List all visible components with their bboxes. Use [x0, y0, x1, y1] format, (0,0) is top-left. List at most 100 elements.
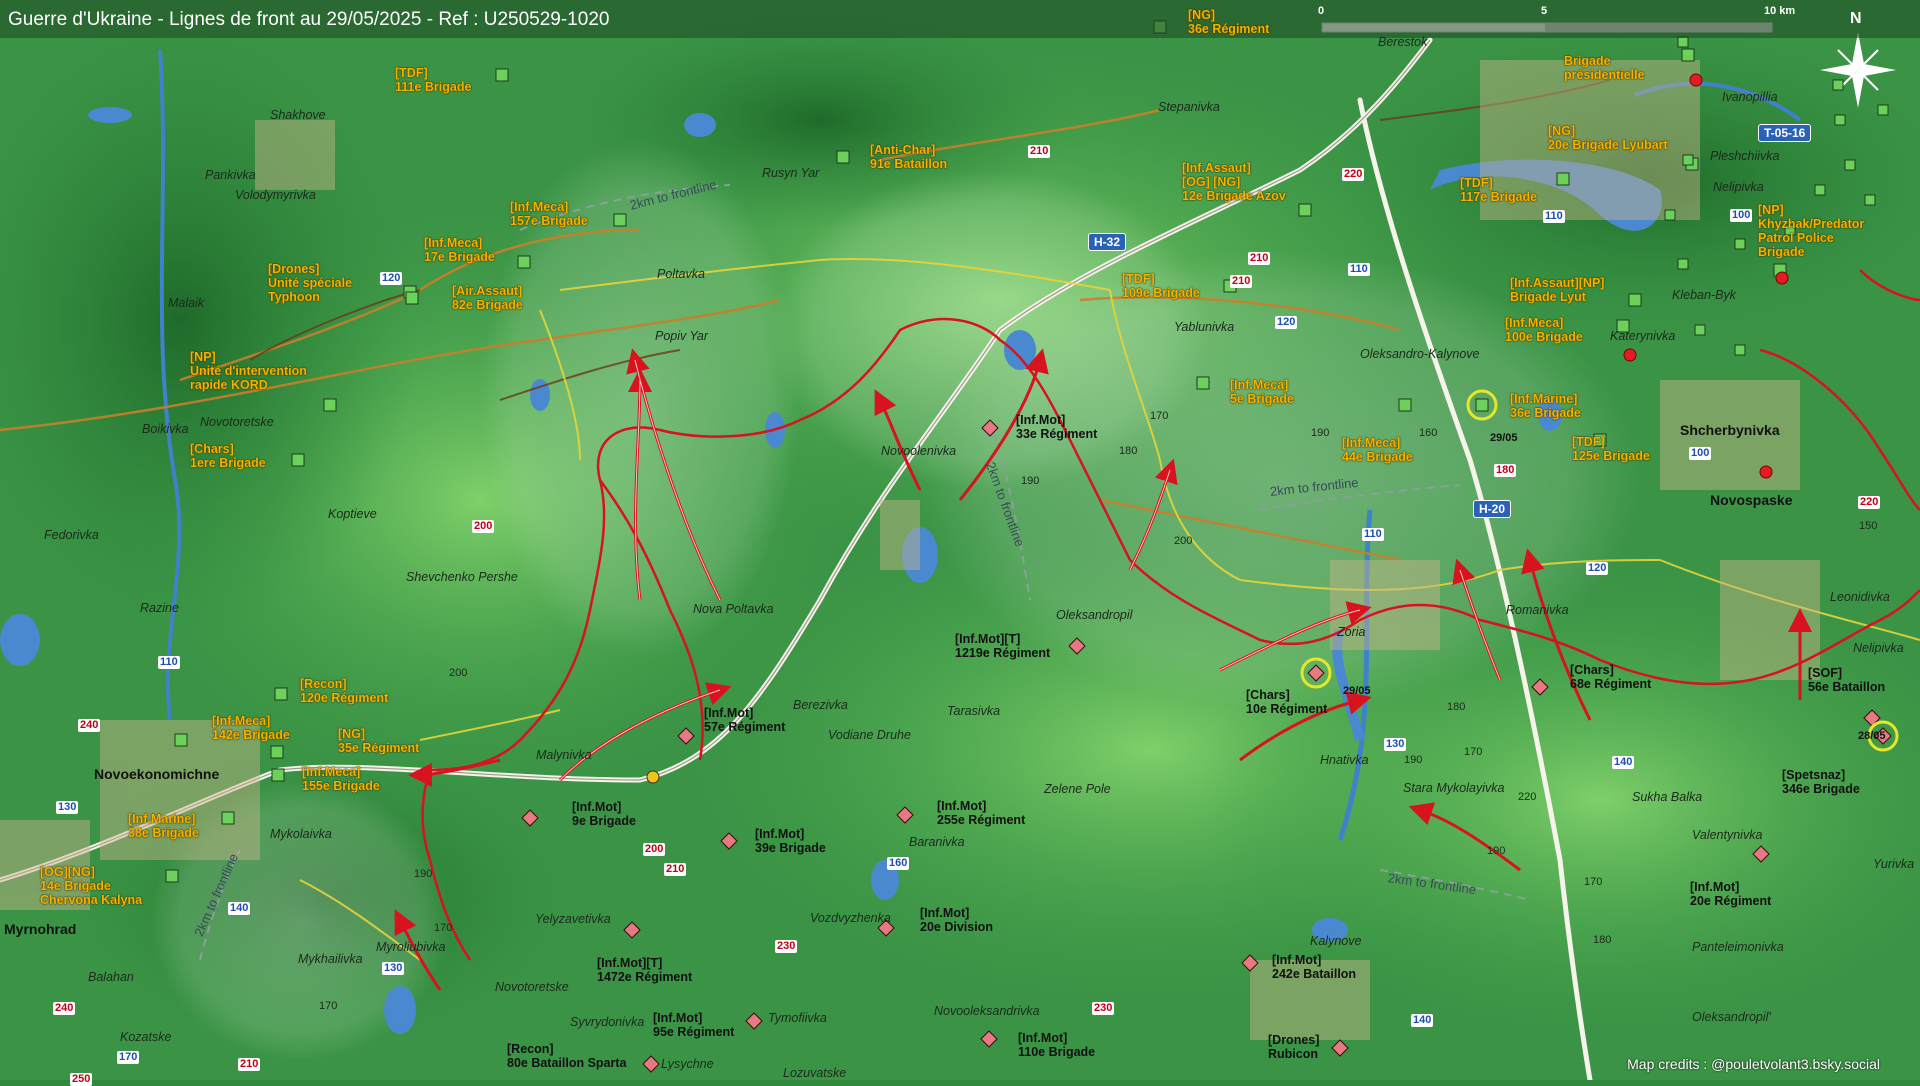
- ua-unit-label: [Recon] 120e Régiment: [300, 677, 389, 705]
- altitude-label: 170: [1464, 746, 1483, 758]
- ru-unit-label: [Spetsnaz] 346e Brigade: [1782, 768, 1860, 796]
- place-label: Romanivka: [1506, 603, 1569, 617]
- ua-unit-label: [TDF] 125e Brigade: [1572, 435, 1650, 463]
- road-number: 140: [1612, 756, 1635, 769]
- place-label: Poltavka: [657, 267, 705, 281]
- road-number: 130: [56, 801, 79, 814]
- ru-unit-label: [Inf.Mot] 242e Bataillon: [1272, 953, 1357, 981]
- place-label: Sukha Balka: [1632, 790, 1703, 804]
- place-label: Rusyn Yar: [762, 166, 820, 180]
- ua-unit-marker: [1475, 398, 1489, 412]
- road-number: 110: [1362, 528, 1384, 541]
- place-label: Fedorivka: [44, 528, 99, 542]
- ru-unit-label: [Inf.Mot][T] 1472e Régiment: [597, 956, 693, 984]
- road-number: 200: [472, 520, 495, 533]
- place-label: Pankivka: [205, 168, 256, 182]
- place-label: Malaik: [168, 296, 205, 310]
- road-number: 140: [228, 902, 251, 915]
- ru-unit-label: [Inf.Mot] 255e Régiment: [937, 799, 1026, 827]
- ua-unit-marker: [1844, 159, 1856, 171]
- place-label: Shcherbynivka: [1680, 422, 1780, 438]
- place-label: Berestok: [1378, 35, 1428, 49]
- road-number: 160: [887, 857, 910, 870]
- ru-unit-label: [Inf.Mot] 9e Brigade: [572, 800, 636, 828]
- place-label: Volodymyrivka: [235, 188, 316, 202]
- ua-unit-marker: [1734, 344, 1746, 356]
- place-label: Tymofiivka: [768, 1011, 827, 1025]
- ua-unit-marker: [1398, 398, 1412, 412]
- place-label: Kalynove: [1310, 934, 1362, 948]
- road-shield-h20: H-20: [1473, 500, 1512, 518]
- altitude-label: 150: [1859, 520, 1878, 532]
- ru-unit-label: [SOF] 56e Bataillon: [1808, 666, 1886, 694]
- ua-unit-marker: [836, 150, 850, 164]
- place-label: Vozdvyzhenka: [810, 911, 891, 925]
- place-label: Stara Mykolayivka: [1403, 781, 1505, 795]
- ua-unit-marker: [1196, 376, 1210, 390]
- altitude-label: 190: [414, 868, 433, 880]
- ru-unit-label: [Inf.Mot] 95e Régiment: [653, 1011, 735, 1039]
- place-label: Novooleksandrivka: [934, 1004, 1040, 1018]
- ua-unit-label: [TDF] 117e Brigade: [1460, 176, 1538, 204]
- ua-unit-label: [TDF] 109e Brigade: [1122, 272, 1200, 300]
- road-number: 120: [1275, 316, 1298, 329]
- place-label: Novospaske: [1710, 492, 1793, 508]
- place-label: Malynivka: [536, 748, 592, 762]
- title-bar: Guerre d'Ukraine - Lignes de front au 29…: [0, 0, 1920, 38]
- place-label: Popiv Yar: [655, 329, 709, 343]
- altitude-label: 190: [1404, 754, 1423, 766]
- place-label: Pleshchiivka: [1710, 149, 1780, 163]
- place-label: Mykhailivka: [298, 952, 363, 966]
- date-label: 29/05: [1490, 432, 1518, 444]
- place-label: Oleksandropil': [1692, 1010, 1771, 1024]
- ru-unit-label: [Inf.Mot] 20e Division: [920, 906, 993, 934]
- place-label: Stepanivka: [1158, 100, 1220, 114]
- ua-unit-marker: [517, 255, 531, 269]
- place-label: Lysychne: [661, 1057, 714, 1071]
- road-number: 210: [1028, 145, 1051, 158]
- ua-unit-label: [Inf.Meca] 5e Brigade: [1230, 378, 1294, 406]
- place-label: Yurivka: [1873, 857, 1915, 871]
- altitude-label: 170: [434, 922, 453, 934]
- ua-unit-marker: [405, 291, 419, 305]
- place-label: Leonidivka: [1830, 590, 1890, 604]
- scale-label-0: 0: [1318, 5, 1325, 17]
- place-label: Ivanopillia: [1722, 90, 1778, 104]
- ua-unit-label: [NP] Khyzhak/Predator Patrol Police Brigade: [1758, 203, 1865, 259]
- place-label: Hnativka: [1320, 753, 1369, 767]
- ua-unit-label: [TDF] 111e Brigade: [395, 66, 472, 94]
- ru-unit-label: [Recon] 80e Bataillon Sparta: [507, 1042, 627, 1070]
- ua-unit-marker: [1556, 172, 1570, 186]
- ua-unit-label: Brigade présidentielle: [1564, 54, 1645, 82]
- place-label: Berezivka: [793, 698, 848, 712]
- road-number: 110: [1348, 263, 1370, 276]
- place-label: Shakhove: [270, 108, 326, 122]
- ua-unit-marker: [613, 213, 627, 227]
- place-label: Novoekonomichne: [94, 766, 220, 782]
- ua-unit-label: [Inf.Assaut] [OG] [NG] 12e Brigade Azov: [1182, 161, 1286, 203]
- ua-unit-marker: [165, 869, 179, 883]
- place-label: Kozatske: [120, 1030, 172, 1044]
- poi-marker: [646, 770, 660, 784]
- road-number: 240: [53, 1002, 76, 1015]
- ua-unit-marker: [291, 453, 305, 467]
- date-label: 29/05: [1343, 685, 1371, 697]
- ua-unit-marker: [1682, 154, 1694, 166]
- map-title: Guerre d'Ukraine - Lignes de front au 29…: [8, 9, 610, 30]
- place-label: Tarasivka: [947, 704, 1001, 718]
- place-label: Novoolenivka: [881, 444, 957, 458]
- place-label: Nelipivka: [1713, 180, 1764, 194]
- road-number: 120: [1586, 562, 1609, 575]
- place-label: Vodiane Druhe: [828, 728, 911, 742]
- ua-unit-marker: [1864, 194, 1876, 206]
- ua-unit-marker: [1628, 293, 1642, 307]
- altitude-label: 190: [1487, 845, 1506, 857]
- place-label: Oleksandro-Kalynove: [1360, 347, 1480, 361]
- road-number: 110: [158, 656, 180, 669]
- ua-unit-label: [Inf.Meca] 44e Brigade: [1342, 436, 1413, 464]
- place-label: Panteleimonivka: [1692, 940, 1784, 954]
- ua-unit-marker: [274, 687, 288, 701]
- place-label: Novotoretske: [200, 415, 274, 429]
- scale-label-10: 10 km: [1764, 5, 1796, 17]
- road-number: 110: [1543, 210, 1565, 223]
